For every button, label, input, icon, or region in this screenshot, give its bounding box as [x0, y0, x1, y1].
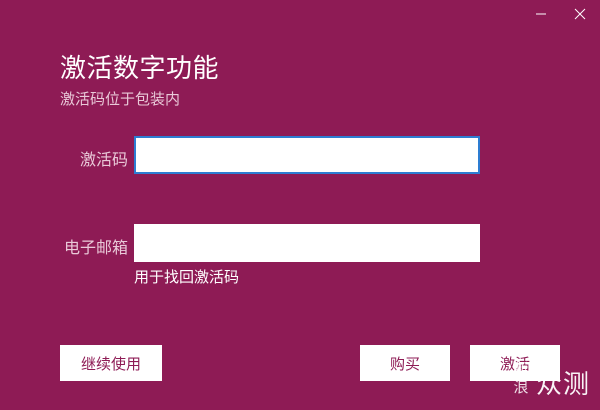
activation-code-label: 激活码: [79, 150, 128, 169]
activate-button[interactable]: 激活: [470, 345, 560, 381]
email-hint: 用于找回激活码: [134, 268, 240, 286]
buy-button[interactable]: 购买: [360, 345, 450, 381]
minimize-icon: [536, 13, 546, 15]
continue-button[interactable]: 继续使用: [60, 345, 162, 381]
close-button[interactable]: [563, 0, 597, 28]
email-label: 电子邮箱: [63, 238, 128, 257]
activation-code-input[interactable]: [134, 136, 480, 174]
page-title: 激活数字功能: [60, 54, 220, 84]
email-input[interactable]: [134, 224, 480, 262]
close-icon: [574, 8, 586, 20]
minimize-button[interactable]: [524, 0, 558, 28]
page-subtitle: 激活码位于包装内: [60, 90, 181, 108]
